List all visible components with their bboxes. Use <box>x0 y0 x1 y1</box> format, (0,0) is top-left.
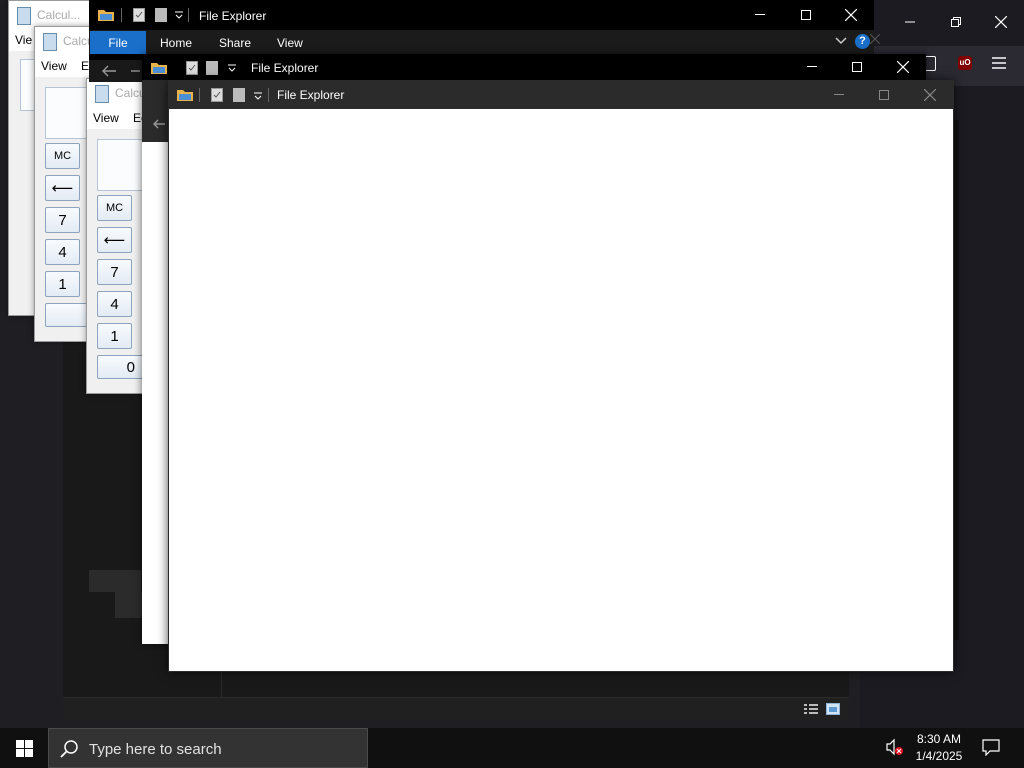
close-icon <box>924 89 936 101</box>
calculator-display <box>97 139 146 191</box>
window-title: File Explorer <box>277 88 345 102</box>
minimize-icon <box>755 14 765 15</box>
calculator-icon <box>43 33 57 51</box>
large-icons-view-icon[interactable] <box>826 703 840 715</box>
file-explorer-window-back: File Explorer File Home Share View ? <box>89 0 874 60</box>
clock-time: 8:30 AM <box>916 732 962 746</box>
window-title: File Explorer <box>199 9 267 23</box>
maximize-icon <box>879 90 889 100</box>
titlebar: File Explorer <box>142 54 926 80</box>
status-bar <box>63 697 849 721</box>
browser-close-button[interactable] <box>978 2 1024 42</box>
address-bar-area <box>89 60 144 82</box>
clock-date: 1/4/2025 <box>915 749 963 763</box>
close-icon <box>995 16 1007 28</box>
search-placeholder: Type here to search <box>89 741 222 758</box>
maximize-button[interactable] <box>861 80 907 110</box>
minimize-button[interactable] <box>737 0 783 30</box>
digit-0-button[interactable]: 0 <box>97 355 144 379</box>
back-arrow-icon[interactable] <box>152 118 166 130</box>
maximize-icon <box>852 62 862 72</box>
calculator-icon <box>95 85 109 103</box>
close-icon <box>845 9 857 21</box>
new-folder-icon[interactable] <box>206 61 218 75</box>
ublock-origin-icon[interactable]: uO <box>958 56 972 70</box>
tab-home[interactable]: Home <box>160 36 192 50</box>
new-folder-icon[interactable] <box>233 88 245 102</box>
properties-icon[interactable] <box>133 8 145 22</box>
maximize-icon <box>801 10 811 20</box>
titlebar: File Explorer <box>169 81 953 109</box>
maximize-button[interactable] <box>783 0 829 30</box>
close-button[interactable] <box>880 52 926 82</box>
digit-1-button[interactable]: 1 <box>45 271 80 297</box>
digit-4-button[interactable]: 4 <box>97 291 132 317</box>
start-button[interactable] <box>0 728 48 768</box>
mc-button[interactable]: MC <box>45 143 80 169</box>
folder-icon <box>98 10 114 21</box>
menu-icon[interactable] <box>990 56 1008 70</box>
calculator-icon <box>17 7 31 25</box>
browser-minimize-button[interactable] <box>887 2 933 42</box>
minimize-button[interactable] <box>816 80 862 110</box>
search-icon <box>60 740 78 758</box>
back-window-frame <box>89 570 141 592</box>
window-title: File Explorer <box>251 61 319 75</box>
search-box[interactable]: Type here to search <box>48 728 368 768</box>
navigation-bar <box>142 80 168 142</box>
minimize-button[interactable] <box>789 52 835 82</box>
window-content <box>169 109 953 671</box>
customize-quick-access-icon[interactable] <box>254 91 262 101</box>
tab-view[interactable]: View <box>277 36 303 50</box>
tab-share[interactable]: Share <box>219 36 251 50</box>
close-icon <box>897 61 909 73</box>
menu-view[interactable]: Vie <box>15 33 32 47</box>
ribbon-tabs <box>89 30 874 54</box>
new-folder-icon[interactable] <box>155 8 167 22</box>
expand-ribbon-icon[interactable] <box>835 37 847 45</box>
back-window-frame <box>115 592 142 618</box>
close-icon <box>870 34 880 44</box>
maximize-button[interactable] <box>834 52 880 82</box>
backspace-button[interactable]: ⟵ <box>97 227 132 253</box>
menu-view[interactable]: View <box>93 111 119 125</box>
restore-icon <box>951 17 961 27</box>
digit-1-button[interactable]: 1 <box>97 323 132 349</box>
properties-icon[interactable] <box>186 61 198 75</box>
minimize-icon <box>834 94 844 95</box>
close-button[interactable] <box>907 80 953 110</box>
browser-restore-button[interactable] <box>933 2 979 42</box>
folder-icon <box>177 90 193 101</box>
customize-quick-access-icon[interactable] <box>175 10 183 20</box>
clock[interactable]: 8:30 AM 1/4/2025 <box>904 731 974 765</box>
windows-logo-icon <box>15 739 33 757</box>
back-arrow-icon[interactable] <box>101 65 117 77</box>
customize-quick-access-icon[interactable] <box>228 63 236 73</box>
notifications-icon[interactable] <box>982 738 1000 756</box>
tab-file[interactable]: File <box>90 31 146 54</box>
digit-7-button[interactable]: 7 <box>97 259 132 285</box>
calculator-window-3: Calcu View Ec MC ⟵ 7 4 1 0 <box>86 78 147 394</box>
menu-view[interactable]: View <box>41 59 67 73</box>
forward-arrow-icon[interactable] <box>131 65 141 77</box>
minimize-icon <box>905 21 915 23</box>
properties-icon[interactable] <box>211 88 223 102</box>
taskbar: Type here to search 8:30 AM 1/4/2025 <box>0 728 1024 768</box>
close-button[interactable] <box>828 0 874 30</box>
backspace-button[interactable]: ⟵ <box>45 175 80 201</box>
digit-4-button[interactable]: 4 <box>45 239 80 265</box>
mc-button[interactable]: MC <box>97 195 132 221</box>
details-view-icon[interactable] <box>804 703 818 715</box>
volume-muted-icon[interactable] <box>886 738 904 756</box>
help-icon[interactable]: ? <box>855 34 870 49</box>
minimize-icon <box>807 66 817 67</box>
digit-7-button[interactable]: 7 <box>45 207 80 233</box>
calculator-title: Calcul... <box>37 8 81 22</box>
folder-icon <box>151 63 167 74</box>
file-explorer-window-front: File Explorer <box>168 80 954 672</box>
